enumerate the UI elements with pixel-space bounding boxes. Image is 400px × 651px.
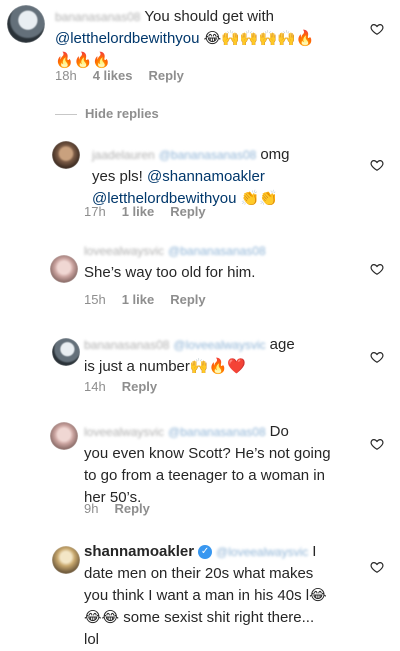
comment-text: loveealwaysvic @bananasanas08 Do you even …	[84, 423, 331, 506]
emoji-text: 🔥🔥🔥	[55, 52, 112, 69]
avatar-image	[52, 546, 80, 574]
emoji-text: 👏👏	[240, 190, 279, 207]
likes-count[interactable]: 1 like	[122, 292, 155, 307]
heart-icon[interactable]	[370, 22, 384, 36]
comment-time: 17h	[84, 204, 106, 219]
avatar[interactable]	[52, 546, 80, 574]
emoji-text: 😂🙌🙌🙌🙌🔥	[203, 30, 315, 47]
comment-text: bananasanas08 @loveealwaysvic age is just …	[84, 336, 295, 375]
comment-time: 15h	[84, 292, 106, 307]
avatar-image	[50, 255, 78, 283]
comment-username[interactable]: jaadelauren	[92, 148, 155, 162]
comment-text: loveealwaysvic @bananasanas08 She’s way t…	[84, 244, 266, 281]
avatar-image	[52, 141, 80, 169]
comment-text: jaadelauren @bananasanas08 omg yes pls! @s…	[92, 146, 290, 207]
avatar[interactable]	[50, 255, 78, 283]
comment-meta: 14h Reply	[84, 379, 173, 395]
comment-meta: 17h 1 like Reply	[84, 204, 222, 220]
comment-username[interactable]: loveealwaysvic	[84, 244, 164, 258]
likes-count[interactable]: 4 likes	[93, 68, 133, 83]
heart-icon[interactable]	[370, 437, 384, 451]
likes-count[interactable]: 1 like	[122, 204, 155, 219]
reply-button[interactable]: Reply	[148, 68, 183, 83]
comment-time: 9h	[84, 501, 99, 516]
comment-username[interactable]: bananasanas08	[55, 10, 140, 24]
comment-time: 14h	[84, 379, 106, 394]
heart-icon[interactable]	[370, 262, 384, 276]
avatar[interactable]	[50, 422, 78, 450]
comment-meta: 15h 1 like Reply	[84, 292, 222, 308]
emoji-text: 😂😂	[84, 609, 120, 626]
avatar[interactable]	[7, 5, 45, 43]
avatar-image	[7, 5, 45, 43]
emoji-text: 🙌🔥❤️	[189, 358, 246, 375]
comment-text: bananasanas08 You should get with @letthe…	[55, 8, 315, 69]
comment-username[interactable]: shannamoakler	[84, 543, 194, 560]
comment-meta: 18h 4 likes Reply	[55, 68, 200, 84]
heart-icon[interactable]	[370, 350, 384, 364]
heart-icon[interactable]	[370, 560, 384, 574]
reply-to-mention[interactable]: @bananasanas08	[168, 244, 266, 258]
comment-username[interactable]: loveealwaysvic	[84, 425, 164, 439]
reply-button[interactable]: Reply	[170, 204, 205, 219]
hide-replies-line	[55, 114, 77, 115]
reply-button[interactable]: Reply	[122, 379, 157, 394]
reply-to-mention[interactable]: @loveealwaysvic	[216, 545, 308, 559]
mention-link[interactable]: @shannamoakler	[147, 168, 265, 185]
emoji-text: 😂	[309, 587, 327, 604]
heart-icon[interactable]	[370, 158, 384, 172]
avatar-image	[50, 422, 78, 450]
comment-text: shannamoakler ✓ @loveealwaysvic I date men …	[84, 543, 327, 648]
reply-button[interactable]: Reply	[170, 292, 205, 307]
comment-time: 18h	[55, 68, 77, 83]
reply-to-mention[interactable]: @bananasanas08	[168, 425, 266, 439]
comment-username[interactable]: bananasanas08	[84, 338, 169, 352]
hide-replies-button[interactable]: Hide replies	[85, 106, 159, 122]
reply-to-mention[interactable]: @loveealwaysvic	[173, 338, 265, 352]
avatar[interactable]	[52, 338, 80, 366]
comment-meta: 9h Reply	[84, 501, 166, 517]
avatar[interactable]	[52, 141, 80, 169]
mention-link[interactable]: @letthelordbewithyou	[55, 30, 199, 47]
avatar-image	[52, 338, 80, 366]
reply-to-mention[interactable]: @bananasanas08	[159, 148, 257, 162]
verified-badge-icon: ✓	[198, 545, 213, 560]
reply-button[interactable]: Reply	[114, 501, 149, 516]
